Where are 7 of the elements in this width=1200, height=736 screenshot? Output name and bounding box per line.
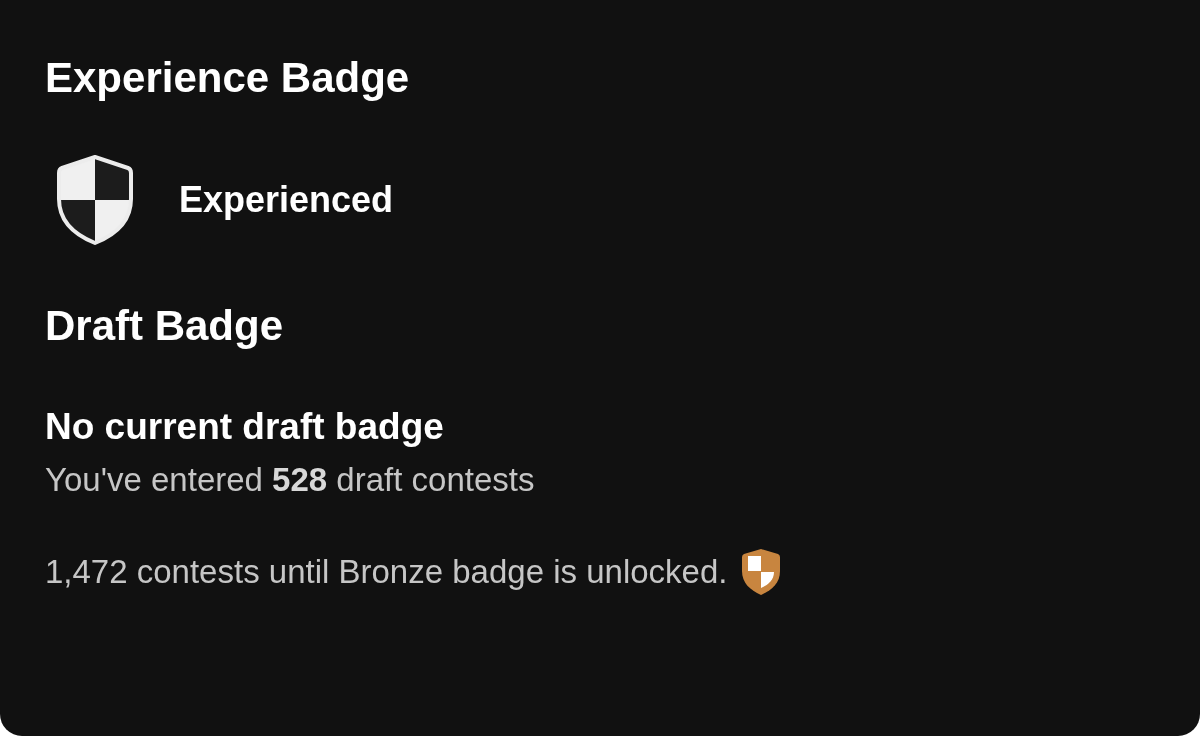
shield-icon [57,155,133,245]
unlock-progress-text: 1,472 contests until Bronze badge is unlocked. [45,552,728,592]
section-heading: Experience Badge [45,54,410,102]
badge-status: No current draft badge [45,405,444,449]
badge-label: Experienced [179,178,394,222]
contest-count-text: You've entered 528 draft contests [45,460,535,500]
section-heading: Draft Badge [45,302,284,350]
